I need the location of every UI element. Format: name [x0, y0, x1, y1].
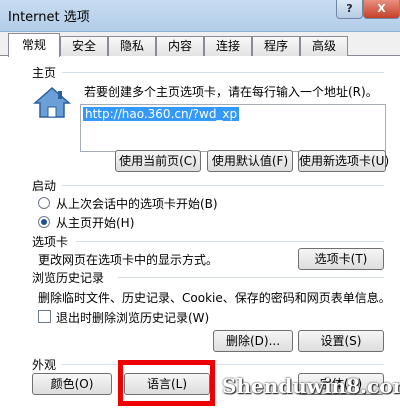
tab-bar: 常规 安全 隐私 内容 连接 程序 高级	[0, 32, 400, 57]
startup-homepage-radio[interactable]	[38, 216, 50, 228]
tabs-settings-button[interactable]: 选项卡(T)	[298, 248, 384, 270]
colors-button[interactable]: 颜色(O)	[32, 373, 112, 395]
homepage-url-textarea[interactable]: http://hao.360.cn/?wd_xp	[80, 104, 386, 152]
close-button[interactable]: X	[363, 0, 400, 19]
tab-programs[interactable]: 程序	[252, 36, 300, 56]
help-icon: ?	[346, 2, 353, 15]
startup-last-session-radio[interactable]	[38, 197, 50, 209]
tab-content[interactable]: 内容	[156, 36, 204, 56]
tab-advanced[interactable]: 高级	[300, 36, 348, 56]
title-bar: Internet 选项 ? X	[0, 0, 400, 32]
tabs-section-description: 更改网页在选项卡中的显示方式。	[38, 253, 219, 267]
use-current-button[interactable]: 使用当前页(C)	[115, 150, 201, 172]
tab-security[interactable]: 安全	[60, 36, 108, 56]
history-description: 删除临时文件、历史记录、Cookie、保存的密码和网页表单信息。	[38, 291, 391, 305]
tab-privacy[interactable]: 隐私	[108, 36, 156, 56]
delete-on-exit-label[interactable]: 退出时删除浏览历史记录(W)	[56, 309, 209, 326]
homepage-url-value: http://hao.360.cn/?wd_xp	[83, 107, 240, 121]
help-button[interactable]: ?	[336, 0, 363, 19]
delete-on-exit-checkbox[interactable]	[38, 310, 51, 323]
use-new-tab-button[interactable]: 使用新选项卡(U)	[298, 150, 389, 172]
startup-homepage-label[interactable]: 从主页开始(H)	[56, 214, 134, 231]
window-title: Internet 选项	[8, 10, 90, 25]
house-icon	[33, 86, 71, 118]
tab-connections[interactable]: 连接	[204, 36, 252, 56]
delete-history-button[interactable]: 删除(D)...	[213, 330, 293, 352]
close-icon: X	[377, 2, 386, 15]
tab-general[interactable]: 常规	[8, 33, 60, 57]
history-divider	[118, 277, 384, 278]
tabs-section-heading: 选项卡	[32, 235, 69, 249]
startup-heading: 启动	[32, 179, 57, 193]
use-default-button[interactable]: 使用默认值(F)	[207, 150, 293, 172]
homepage-divider	[62, 72, 384, 73]
history-heading: 浏览历史记录	[32, 271, 105, 285]
appearance-divider	[62, 364, 384, 365]
watermark-text: Shenduwin8.com	[222, 374, 400, 398]
startup-last-session-label[interactable]: 从上次会话中的选项卡开始(B)	[56, 195, 218, 212]
homepage-instruction: 若要创建多个主页选项卡，请在每行输入一个地址(R)。	[84, 85, 378, 99]
history-settings-button[interactable]: 设置(S)	[298, 330, 384, 352]
appearance-heading: 外观	[32, 358, 57, 372]
startup-divider	[62, 185, 384, 186]
languages-highlight-box	[118, 360, 215, 406]
homepage-heading: 主页	[32, 66, 57, 80]
tabs-section-divider	[76, 241, 384, 242]
